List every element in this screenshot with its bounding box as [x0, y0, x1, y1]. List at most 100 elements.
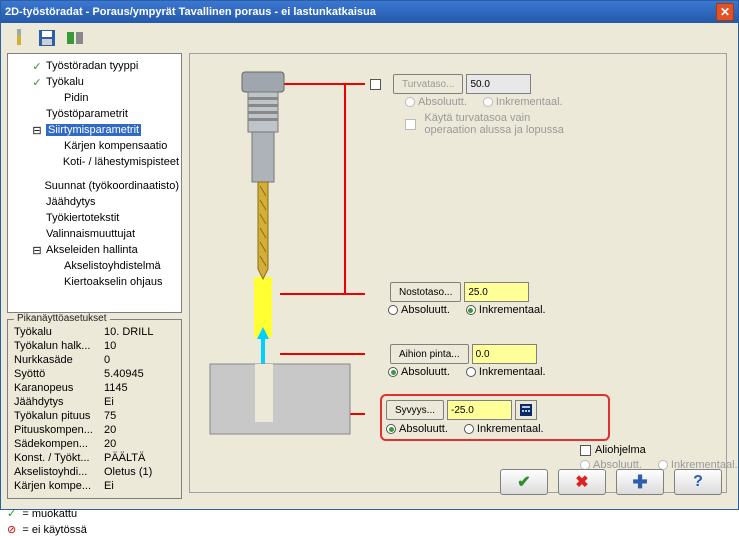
- depth-abs-radio[interactable]: [386, 424, 396, 434]
- left-pane: ✓Työstöradan tyyppi✓TyökaluPidinTyöstöpa…: [7, 53, 182, 493]
- quick-value: 20: [104, 424, 175, 438]
- quick-settings-box: Pikanäyttöasetukset Työkalu10. DRILLTyök…: [7, 319, 182, 499]
- legend: ✓ = muokattu ⊘ = ei käytössä: [7, 507, 182, 536]
- tree-item[interactable]: Jäähdytys: [10, 194, 179, 210]
- tree-mark: ⊟: [28, 244, 46, 257]
- quick-row: Työkalu10. DRILL: [14, 326, 175, 340]
- tree-item[interactable]: Pidin: [10, 90, 179, 106]
- help-button[interactable]: ?: [674, 469, 722, 495]
- add-button[interactable]: ✚: [616, 469, 664, 495]
- clearance-value: 50.0: [466, 74, 531, 94]
- tree-item-label: Kiertoakselin ohjaus: [64, 276, 162, 288]
- tree-item[interactable]: ⊟Siirtymisparametrit: [10, 122, 179, 138]
- toolbar: [1, 23, 738, 53]
- disabled-icon: ⊘: [7, 524, 16, 536]
- quick-label: Nurkkasäde: [14, 354, 104, 368]
- quick-row: Nurkkasäde0: [14, 354, 175, 368]
- diagram-canvas: Turvataso... 50.0 Absoluutt. Inkrementaa…: [200, 64, 720, 464]
- cancel-button[interactable]: ✖: [558, 469, 606, 495]
- top-inc-radio[interactable]: [466, 367, 476, 377]
- quick-value: Ei: [104, 480, 175, 494]
- clearance-inc-label: Inkrementaal.: [496, 96, 563, 108]
- tree-item-label: Siirtymisparametrit: [46, 124, 141, 136]
- retract-abs-radio[interactable]: [388, 305, 398, 315]
- tree-item[interactable]: Kärjen kompensaatio: [10, 138, 179, 154]
- ok-button[interactable]: ✔: [500, 469, 548, 495]
- quick-value: Ei: [104, 396, 175, 410]
- quick-label: Karanopeus: [14, 382, 104, 396]
- quick-label: Akselistoyhdi...: [14, 466, 104, 480]
- tree-item[interactable]: Koti- / lähestymispisteet: [10, 154, 179, 170]
- retract-button[interactable]: Nostotaso...: [390, 282, 461, 302]
- retract-abs-label: Absoluutt.: [401, 304, 450, 316]
- quick-value: 10. DRILL: [104, 326, 175, 340]
- tree-item[interactable]: ✓Työstöradan tyyppi: [10, 58, 179, 74]
- quick-row: Pituuskompen...20: [14, 424, 175, 438]
- tree-item[interactable]: Työkiertotekstit: [10, 210, 179, 226]
- quick-row: JäähdytysEi: [14, 396, 175, 410]
- top-radios: Absoluutt. Inkrementaal.: [388, 366, 546, 378]
- depth-button[interactable]: Syvyys...: [386, 400, 444, 420]
- clearance-only-row: Käytä turvatasoa vain operaation alussa …: [405, 112, 575, 136]
- depth-inc-radio[interactable]: [464, 424, 474, 434]
- tree-item-label: Pidin: [64, 92, 88, 104]
- quick-label: Työkalu: [14, 326, 104, 340]
- depth-value[interactable]: -25.0: [447, 400, 512, 420]
- quick-label: Kärjen kompe...: [14, 480, 104, 494]
- retract-value[interactable]: 25.0: [464, 282, 529, 302]
- retract-inc-radio[interactable]: [466, 305, 476, 315]
- top-button[interactable]: Aihion pinta...: [390, 344, 469, 364]
- quick-label: Jäähdytys: [14, 396, 104, 410]
- tree-item-label: Koti- / lähestymispisteet: [63, 156, 179, 168]
- save-icon[interactable]: [37, 28, 57, 48]
- quick-row: Akselistoyhdi...Oletus (1): [14, 466, 175, 480]
- tree-item-label: Työstöradan tyyppi: [46, 60, 138, 72]
- depth-calc-button[interactable]: [515, 400, 537, 420]
- retract-inc-label: Inkrementaal.: [479, 304, 546, 316]
- tree-item-label: Jäähdytys: [46, 196, 96, 208]
- clearance-abs-label: Absoluutt.: [418, 96, 467, 108]
- quick-value: 20: [104, 438, 175, 452]
- dialog-button-bar: ✔ ✖ ✚ ?: [500, 469, 722, 495]
- titlebar: 2D-työstöradat - Poraus/ympyrät Tavallin…: [1, 1, 738, 23]
- tree-item-label: Suunnat (työkoordinaatisto): [44, 180, 179, 192]
- quick-value: Oletus (1): [104, 466, 175, 480]
- dialog-body: ✓Työstöradan tyyppi✓TyökaluPidinTyöstöpa…: [7, 53, 732, 503]
- tree-item[interactable]: Kiertoakselin ohjaus: [10, 274, 179, 290]
- top-inc-label: Inkrementaal.: [479, 366, 546, 378]
- sub-checkbox[interactable]: [580, 445, 591, 456]
- tree-item[interactable]: Akselistoyhdistelmä: [10, 258, 179, 274]
- quick-value: 0: [104, 354, 175, 368]
- tree-item[interactable]: ✓Työkalu: [10, 74, 179, 90]
- tree-item[interactable]: ⊟Akseleiden hallinta: [10, 242, 179, 258]
- quick-label: Työkalun halk...: [14, 340, 104, 354]
- top-abs-radio[interactable]: [388, 367, 398, 377]
- calculator-icon: [519, 403, 533, 417]
- sub-label: Aliohjelma: [595, 444, 646, 456]
- top-abs-label: Absoluutt.: [401, 366, 450, 378]
- close-button[interactable]: ✕: [716, 3, 734, 21]
- quick-row: Kärjen kompe...Ei: [14, 480, 175, 494]
- top-row: Aihion pinta... 0.0: [390, 344, 537, 364]
- check-icon: ✓: [28, 60, 46, 73]
- tool-icon[interactable]: [9, 28, 29, 48]
- tree-item-label: Akseleiden hallinta: [46, 244, 138, 256]
- top-value[interactable]: 0.0: [472, 344, 537, 364]
- quick-row: Syöttö5.40945: [14, 368, 175, 382]
- clearance-radios: Absoluutt. Inkrementaal.: [405, 96, 563, 108]
- depth-group: Syvyys... -25.0 Absoluutt. Inkrementaal.: [380, 394, 610, 441]
- tree-item-label: Valinnaismuuttujat: [46, 228, 135, 240]
- clearance-row: Turvataso... 50.0: [370, 74, 531, 94]
- quick-label: Pituuskompen...: [14, 424, 104, 438]
- quick-value: 10: [104, 340, 175, 354]
- tree-item[interactable]: Suunnat (työkoordinaatisto): [10, 178, 179, 194]
- check-icon: ✓: [28, 76, 46, 89]
- tree-item[interactable]: Valinnaismuuttujat: [10, 226, 179, 242]
- clearance-checkbox[interactable]: [370, 79, 381, 90]
- nav-tree[interactable]: ✓Työstöradan tyyppi✓TyökaluPidinTyöstöpa…: [7, 53, 182, 313]
- tree-item-label: Työkiertotekstit: [46, 212, 119, 224]
- clearance-button[interactable]: Turvataso...: [393, 74, 463, 94]
- tree-item[interactable]: Työstöparametrit: [10, 106, 179, 122]
- quick-label: Konst. / Työkt...: [14, 452, 104, 466]
- misc-icon[interactable]: [65, 28, 85, 48]
